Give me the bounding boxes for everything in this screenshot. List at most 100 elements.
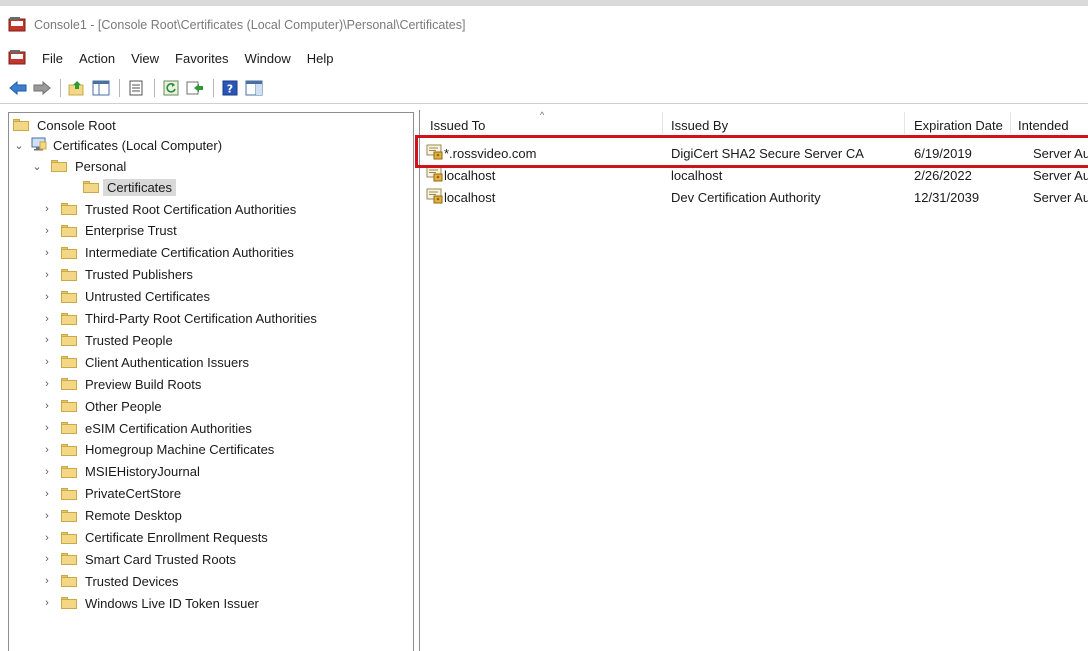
tree-item-console-root[interactable]: Console Root [13, 115, 116, 135]
folder-icon [61, 334, 77, 347]
chevron-right-icon[interactable]: › [41, 356, 53, 368]
folder-icon [61, 356, 77, 369]
chevron-right-icon[interactable]: › [41, 225, 53, 237]
tree-item-folder[interactable]: › Trusted People [41, 330, 173, 350]
svg-text:?: ? [227, 82, 233, 95]
tree-item-label: Trusted Devices [85, 573, 179, 589]
chevron-right-icon[interactable]: › [41, 488, 53, 500]
chevron-right-icon[interactable]: › [41, 203, 53, 215]
chevron-down-icon[interactable]: ⌄ [31, 160, 43, 173]
properties-icon[interactable] [126, 78, 146, 98]
export-list-icon[interactable] [185, 78, 205, 98]
column-divider[interactable] [1010, 112, 1011, 134]
tree-item-label: Preview Build Roots [85, 376, 202, 392]
back-arrow-icon[interactable] [8, 78, 28, 98]
chevron-right-icon[interactable]: › [41, 444, 53, 456]
menu-view[interactable]: View [131, 51, 159, 66]
tree-item-label: Client Authentication Issuers [85, 354, 250, 370]
tree-item-label: Console Root [37, 117, 116, 133]
tree-item-folder[interactable]: › Preview Build Roots [41, 374, 201, 394]
forward-arrow-icon[interactable] [32, 78, 52, 98]
tree-item-folder[interactable]: › Trusted Publishers [41, 265, 193, 285]
column-header-issued-to[interactable]: Issued To [430, 118, 485, 133]
sort-ascending-icon: ^ [540, 110, 545, 120]
folder-icon [83, 181, 99, 193]
column-divider[interactable] [904, 112, 905, 134]
refresh-icon[interactable] [161, 78, 181, 98]
show-action-pane-icon[interactable] [244, 78, 264, 98]
chevron-right-icon[interactable]: › [41, 532, 53, 544]
tree-item-folder[interactable]: › Windows Live ID Token Issuer [41, 593, 259, 613]
toolbar-separator [119, 78, 120, 97]
folder-icon [61, 378, 77, 391]
tree-item-folder[interactable]: › Client Authentication Issuers [41, 352, 249, 372]
column-divider[interactable] [662, 112, 663, 134]
tree-item-folder[interactable]: › MSIEHistoryJournal [41, 462, 200, 482]
tree-item-folder[interactable]: › Third-Party Root Certification Authorit… [41, 309, 317, 329]
folder-icon [61, 465, 77, 478]
tree-item-folder[interactable]: › eSIM Certification Authorities [41, 418, 252, 438]
tree-item-folder[interactable]: › Homegroup Machine Certificates [41, 440, 274, 460]
tree-item-folder[interactable]: › Smart Card Trusted Roots [41, 549, 236, 569]
tree-item-folder[interactable]: › Enterprise Trust [41, 221, 177, 241]
chevron-right-icon[interactable]: › [41, 334, 53, 346]
tree-item-folder[interactable]: › Trusted Devices [41, 571, 178, 591]
column-header-expiration-date[interactable]: Expiration Date [914, 118, 1003, 133]
mmc-app-icon [8, 16, 26, 35]
chevron-right-icon[interactable]: › [41, 313, 53, 325]
chevron-right-icon[interactable]: › [41, 400, 53, 412]
column-header-issued-by[interactable]: Issued By [671, 118, 728, 133]
chevron-right-icon[interactable]: › [41, 291, 53, 303]
show-hide-tree-icon[interactable] [91, 78, 111, 98]
menu-bar: File Action View Favorites Window Help [0, 44, 1088, 72]
column-header-intended-purposes[interactable]: Intended [1018, 118, 1069, 133]
help-icon[interactable]: ? [220, 78, 240, 98]
folder-icon [51, 160, 67, 172]
chevron-right-icon[interactable]: › [41, 247, 53, 259]
chevron-right-icon[interactable]: › [41, 575, 53, 587]
title-bar: Console1 - [Console Root\Certificates (L… [0, 6, 1088, 44]
certificate-list: ^ Issued To Issued By Expiration Date In… [419, 110, 1088, 651]
up-folder-icon[interactable] [67, 78, 87, 98]
chevron-right-icon[interactable]: › [41, 597, 53, 609]
menu-file[interactable]: File [42, 51, 63, 66]
chevron-down-icon[interactable]: ⌄ [13, 139, 25, 152]
menu-help[interactable]: Help [307, 51, 334, 66]
chevron-right-icon[interactable]: › [41, 269, 53, 281]
tree-item-label: Trusted People [85, 332, 173, 348]
tree-item-folder[interactable]: › Intermediate Certification Authorities [41, 243, 294, 263]
menu-favorites[interactable]: Favorites [175, 51, 228, 66]
folder-icon [61, 400, 77, 413]
chevron-right-icon[interactable]: › [41, 422, 53, 434]
toolbar-separator [60, 78, 61, 97]
chevron-right-icon[interactable]: › [41, 553, 53, 565]
highlight-box [415, 135, 1088, 168]
console-menu-icon[interactable] [8, 49, 26, 68]
chevron-right-icon[interactable]: › [41, 466, 53, 478]
tree-item-folder[interactable]: › Remote Desktop [41, 506, 182, 526]
chevron-right-icon[interactable]: › [41, 378, 53, 390]
folder-icon [61, 575, 77, 588]
certificate-icon [426, 188, 444, 204]
toolbar-separator [213, 78, 214, 97]
tree-item-label: MSIEHistoryJournal [85, 464, 200, 480]
tree-item-label: Untrusted Certificates [85, 289, 210, 305]
tree-item-folder[interactable]: › Trusted Root Certification Authorities [41, 199, 296, 219]
chevron-right-icon[interactable]: › [41, 510, 53, 522]
tree-item-certificates-local-computer[interactable]: ⌄ Certificates (Local Computer) [13, 135, 222, 155]
folder-icon [61, 443, 77, 456]
menu-action[interactable]: Action [79, 51, 115, 66]
menu-window[interactable]: Window [245, 51, 291, 66]
tree-item-folder[interactable]: › Other People [41, 396, 161, 416]
tree-item-folder[interactable]: › Untrusted Certificates [41, 287, 210, 307]
folder-icon [61, 203, 77, 215]
cell-issued-to: localhost [444, 168, 496, 183]
tree-item-folder[interactable]: › Certificate Enrollment Requests [41, 528, 268, 548]
tree-item-personal[interactable]: ⌄ Personal [31, 156, 126, 176]
window-title: Console1 - [Console Root\Certificates (L… [34, 18, 466, 32]
certificate-icon [426, 166, 444, 182]
tree-item-label: Remote Desktop [85, 508, 182, 524]
tree-item-certificates[interactable]: Certificates [83, 177, 177, 197]
tree-item-folder[interactable]: › PrivateCertStore [41, 484, 181, 504]
table-row[interactable]: localhost Dev Certification Authority 12… [420, 186, 1088, 208]
